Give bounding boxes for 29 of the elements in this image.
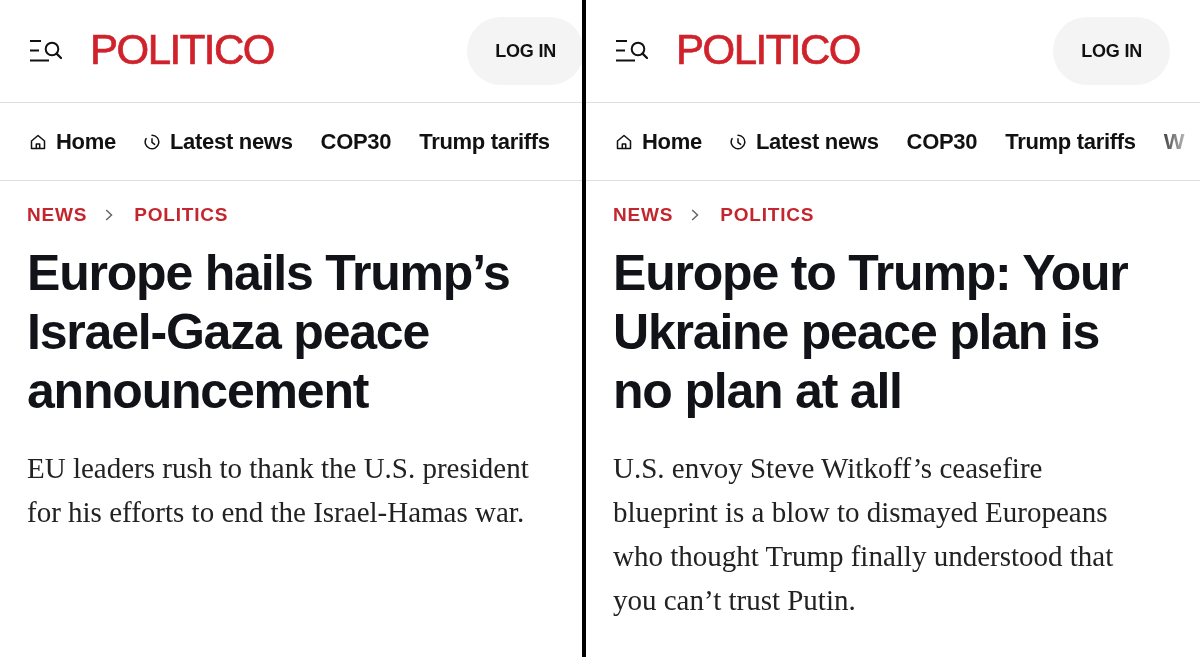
article-summary: U.S. envoy Steve Witkoff’s ceasefire blueprint is a blow to dismayed Europeans who thought Trump finally understood that you can’t trust Putin. — [613, 451, 1115, 618]
chevron-right-icon — [105, 209, 114, 221]
headline: Europe to Trump: Your Ukraine peace plan is no plan at all — [613, 244, 1129, 421]
headline: Europe hails Trump’s Israel-Gaza peace announcement — [27, 244, 511, 421]
nav-link[interactable]: Trump tariffs — [1005, 128, 1136, 155]
nav-link[interactable]: Home — [616, 128, 702, 155]
nav-link[interactable]: Latest news — [143, 128, 293, 155]
nav-link[interactable]: Trump tariffs — [419, 128, 550, 155]
nav-link[interactable]: Home — [30, 128, 116, 155]
breadcrumb-link[interactable]: NEWS — [613, 204, 674, 226]
home-icon — [616, 133, 632, 150]
breadcrumb-link[interactable]: NEWS — [27, 204, 88, 226]
breadcrumb-link[interactable]: POLITICS — [720, 204, 815, 226]
nav-link[interactable]: COP30 — [906, 128, 978, 155]
menu-search-icon[interactable] — [30, 39, 62, 63]
site-logo[interactable]: POLITICO — [90, 29, 275, 71]
home-icon — [30, 133, 46, 150]
article-summary: EU leaders rush to thank the U.S. president for his efforts to end the Israel-Hamas war. — [27, 451, 530, 530]
menu-search-icon[interactable] — [616, 39, 648, 63]
nav-link[interactable]: W — [1163, 128, 1185, 155]
clock-icon — [143, 133, 160, 150]
breadcrumb-link[interactable]: POLITICS — [134, 204, 229, 226]
login-button[interactable]: LOG IN — [1053, 17, 1170, 85]
clock-icon — [729, 133, 746, 150]
login-button[interactable]: LOG IN — [467, 17, 582, 85]
nav-link[interactable]: COP30 — [320, 128, 392, 155]
chevron-right-icon — [691, 209, 700, 221]
nav-link[interactable]: Latest news — [729, 128, 879, 155]
site-logo[interactable]: POLITICO — [676, 29, 861, 71]
